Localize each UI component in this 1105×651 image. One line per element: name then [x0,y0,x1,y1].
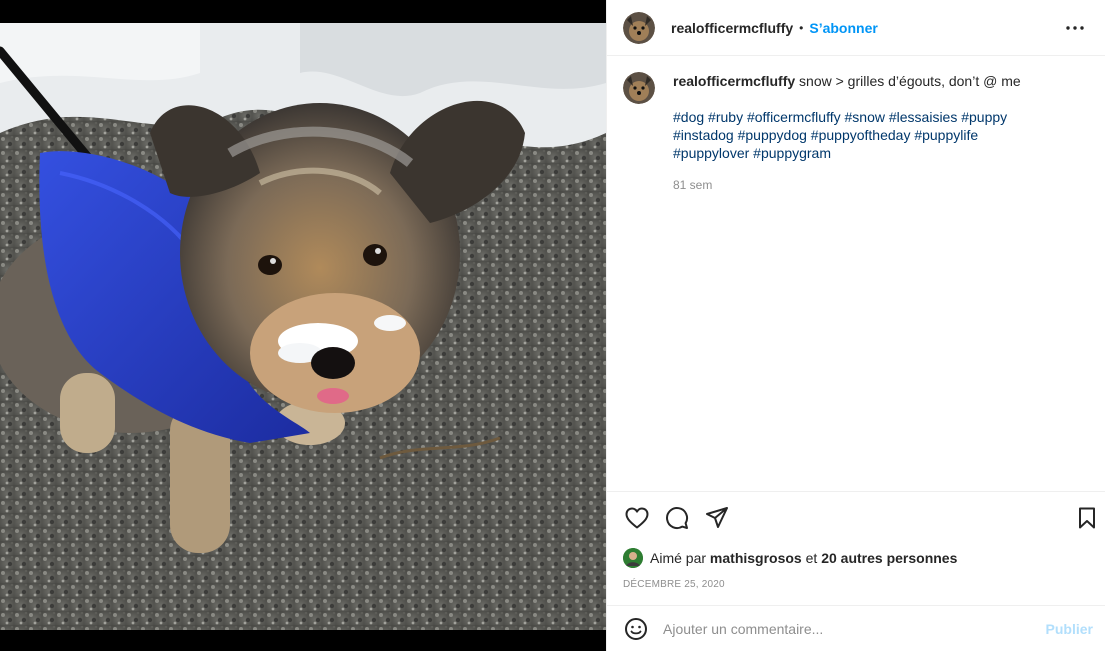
author-avatar[interactable] [623,11,655,44]
post-age[interactable]: 81 sem [673,176,1093,194]
caption-body: realofficermcfluffy snow > grilles d’égo… [673,72,1093,194]
more-options-icon[interactable] [1061,14,1089,42]
hashtag[interactable]: #ruby [708,109,743,125]
author-username[interactable]: realofficermcfluffy [671,20,793,36]
post-actions: Aimé par mathisgrosos et 20 autres perso… [607,491,1105,605]
liker-username[interactable]: mathisgrosos [710,550,802,566]
hashtag[interactable]: #officermcfluffy [747,109,841,125]
hashtag[interactable]: #dog [673,109,704,125]
publish-button[interactable]: Publier [1046,621,1093,637]
emoji-icon[interactable] [623,616,649,642]
hashtag[interactable]: #puppydog [738,127,807,143]
likes-conjunction: et [805,550,818,566]
liker-avatar[interactable] [623,548,643,568]
hashtag[interactable]: #puppylife [914,127,978,143]
paper-plane-icon[interactable] [703,504,731,532]
hashtag[interactable]: #puppyoftheday [811,127,911,143]
comment-input[interactable] [663,620,1046,637]
header-separator: • [799,20,804,35]
post-header: realofficermcfluffy • S’abonner [607,0,1105,56]
hashtag[interactable]: #snow [845,109,885,125]
comment-icon[interactable] [663,504,691,532]
post-photo[interactable] [0,23,606,630]
post-caption: realofficermcfluffy snow > grilles d’égo… [623,72,1093,194]
post-modal: realofficermcfluffy • S’abonner realoffi… [0,0,1105,651]
bookmark-icon[interactable] [1073,504,1101,532]
post-media [0,0,606,651]
hashtag[interactable]: #puppylover [673,145,749,161]
hashtag[interactable]: #puppy [961,109,1007,125]
post-date: DÉCEMBRE 25, 2020 [623,579,725,590]
caption-author-avatar[interactable] [623,72,655,104]
likes-prefix: Aimé par [650,550,707,566]
hashtag[interactable]: #lessaisies [889,109,957,125]
hashtag-list: #dog #ruby #officermcfluffy #snow #lessa… [673,108,1093,162]
hashtag[interactable]: #instadog [673,127,734,143]
hashtag[interactable]: #puppygram [753,145,831,161]
follow-button[interactable]: S’abonner [809,20,877,36]
post-panel: realofficermcfluffy • S’abonner realoffi… [606,0,1105,651]
caption-username[interactable]: realofficermcfluffy [673,73,795,89]
action-icon-row [623,504,1095,532]
comment-box: Publier [607,605,1105,651]
likes-others-link[interactable]: 20 autres personnes [821,550,957,566]
likes-summary: Aimé par mathisgrosos et 20 autres perso… [623,548,957,568]
caption-text: snow > grilles d’égouts, don’t @ me [795,73,1021,89]
heart-icon[interactable] [623,504,651,532]
